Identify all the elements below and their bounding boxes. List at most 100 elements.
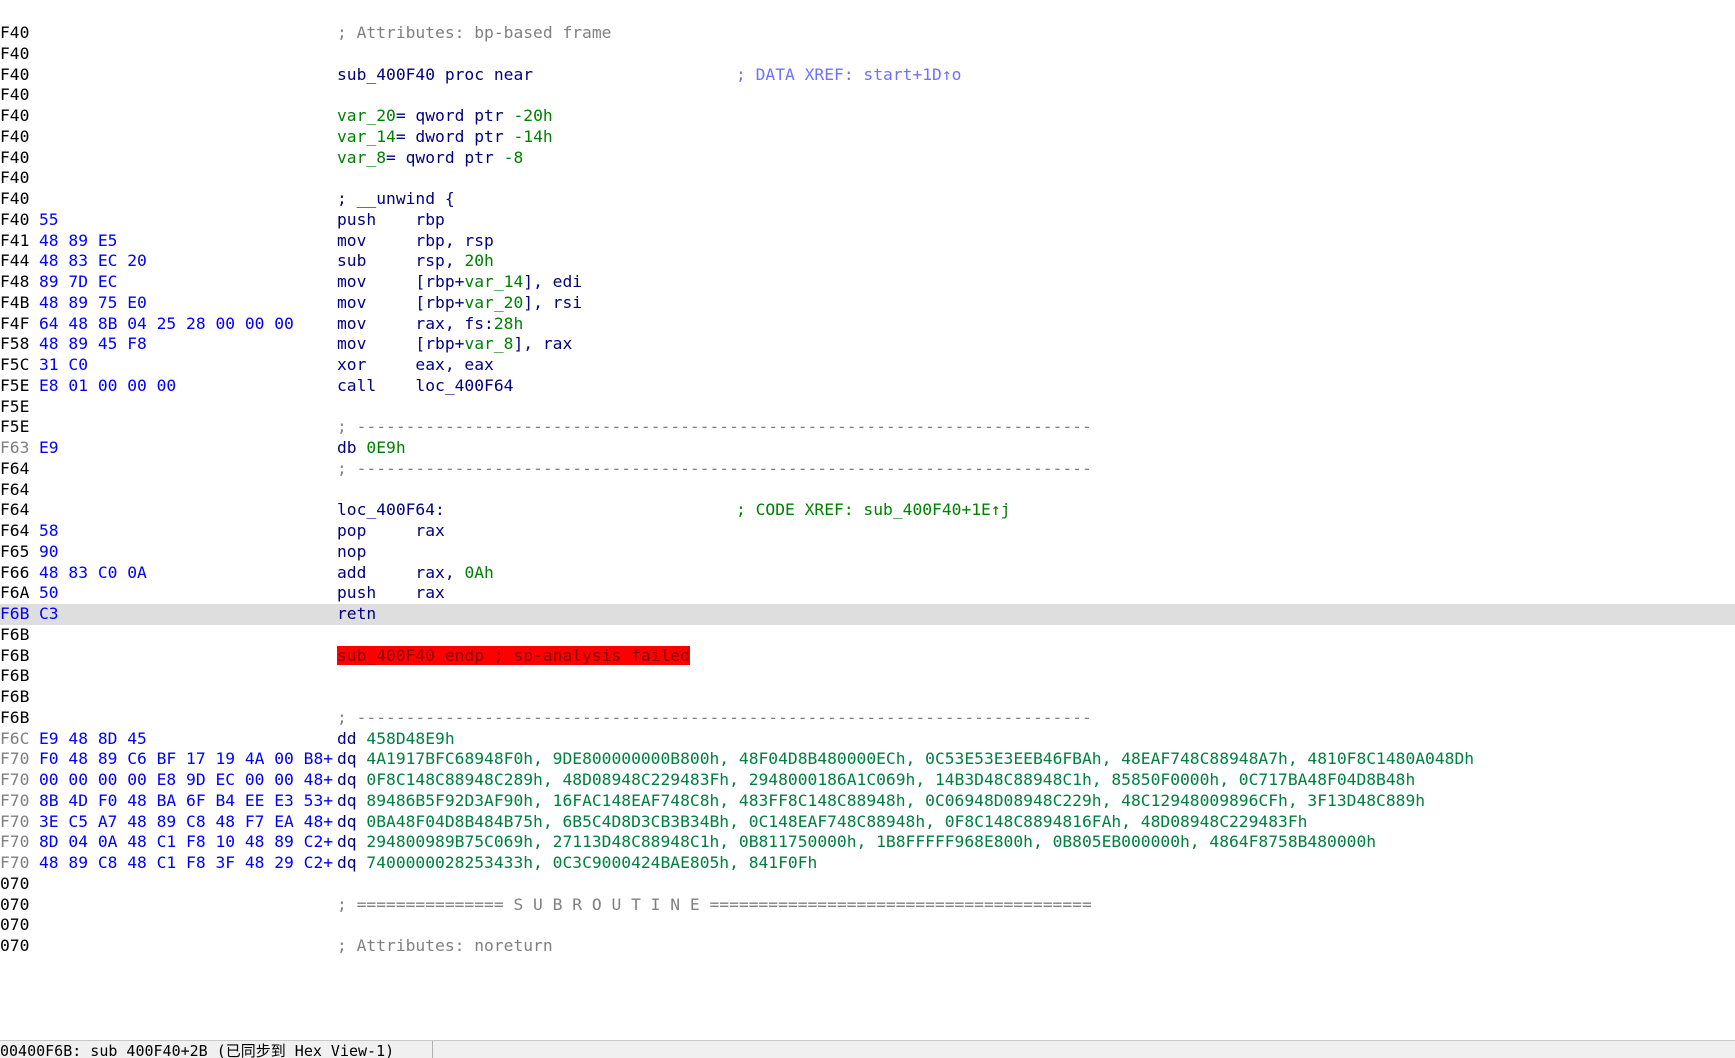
line-xref-comment[interactable]: ; CODE XREF: sub_400F40+1E↑j [736,500,1010,521]
line-instruction[interactable]: ; Attributes: noreturn [337,936,553,957]
listing-line[interactable]: F40 ; Attributes: bp-based frame [0,23,1735,44]
line-instruction[interactable]: mov rax, fs:28h [337,314,523,335]
listing-line[interactable]: F40 [0,168,1735,189]
line-instruction[interactable]: retn [337,604,376,625]
line-address[interactable]: F6B [0,646,29,667]
line-instruction[interactable]: var_20= qword ptr -20h [337,106,553,127]
line-instruction[interactable]: push rax [337,583,445,604]
listing-line[interactable]: F64 loc_400F64: ; CODE XREF: sub_400F40+1E… [0,500,1735,521]
line-address[interactable]: F48 [0,272,29,293]
line-instruction[interactable]: ; Attributes: bp-based frame [337,23,611,44]
line-address[interactable]: F64 [0,521,29,542]
line-instruction[interactable]: mov [rbp+var_20], rsi [337,293,582,314]
line-address[interactable]: F64 [0,500,29,521]
line-address[interactable]: F66 [0,563,29,584]
line-address[interactable]: F70 [0,791,29,812]
line-instruction[interactable]: db 0E9h [337,438,406,459]
line-address[interactable]: F40 [0,85,29,106]
line-address[interactable]: F5E [0,397,29,418]
listing-line[interactable]: F65 90 nop [0,542,1735,563]
line-instruction[interactable]: dq 0F8C148C88948C289h, 48D08948C229483Fh… [337,770,1415,791]
line-address[interactable]: F40 [0,148,29,169]
listing-line[interactable]: F64 [0,480,1735,501]
line-address[interactable]: F5E [0,376,29,397]
line-address[interactable]: F41 [0,231,29,252]
line-instruction[interactable]: ; --------------------------------------… [337,417,1092,438]
line-address[interactable]: F6C [0,729,29,750]
listing-line[interactable]: F40 [0,85,1735,106]
line-address[interactable]: F5E [0,417,29,438]
listing-line[interactable]: F64 58 pop rax [0,521,1735,542]
line-address[interactable]: F40 [0,23,29,44]
line-address[interactable]: F40 [0,127,29,148]
line-address[interactable]: F40 [0,189,29,210]
listing-line[interactable]: F58 48 89 45 F8 mov [rbp+var_8], rax [0,334,1735,355]
ida-view-disassembly[interactable]: F40; Attributes: bp-based frame F40 F40 sub… [0,0,1735,1040]
line-instruction[interactable]: var_8= qword ptr -8 [337,148,523,169]
listing-line[interactable]: F6B sub_400F40 endp ; sp-analysis failed [0,645,1735,667]
line-instruction[interactable]: sub rsp, 20h [337,251,494,272]
line-instruction[interactable]: ; __unwind { [337,189,455,210]
listing-line[interactable]: F64 ; -----------------------------------… [0,459,1735,480]
line-instruction[interactable]: dd 458D48E9h [337,729,455,750]
listing-line[interactable]: F6B [0,625,1735,646]
line-address[interactable]: F44 [0,251,29,272]
line-address[interactable]: F70 [0,853,29,874]
line-instruction[interactable]: dq 89486B5F92D3AF90h, 16FAC148EAF748C8h,… [337,791,1425,812]
listing-line[interactable]: F48 89 7D EC mov [rbp+var_14], edi [0,272,1735,293]
listing-line-current[interactable]: F6B C3 retn [0,604,1735,625]
line-instruction[interactable]: var_14= dword ptr -14h [337,127,553,148]
line-instruction[interactable]: mov [rbp+var_8], rax [337,334,572,355]
line-instruction[interactable]: call loc_400F64 [337,376,513,397]
line-instruction[interactable]: ; =============== S U B R O U T I N E ==… [337,895,1092,916]
line-address[interactable]: F6B [0,604,29,625]
line-address[interactable]: F70 [0,812,29,833]
listing-line[interactable]: F70 8D 04 0A 48 C1 F8 10 48 89 C2+ dq 2948… [0,832,1735,853]
listing-line[interactable]: 070 [0,915,1735,936]
line-instruction[interactable]: nop [337,542,366,563]
line-address[interactable]: F6B [0,666,29,687]
line-address[interactable]: F70 [0,770,29,791]
line-instruction[interactable]: dq 0BA48F04D8B484B75h, 6B5C4D8D3CB3B34Bh… [337,812,1307,833]
line-address[interactable]: 070 [0,895,29,916]
line-address[interactable]: F6A [0,583,29,604]
listing-line[interactable]: F40 [0,44,1735,65]
line-instruction[interactable]: pop rax [337,521,445,542]
line-address[interactable]: 070 [0,874,29,895]
line-instruction[interactable]: loc_400F64: [337,500,445,521]
line-instruction[interactable]: dq 7400000028253433h, 0C3C9000424BAE805h… [337,853,817,874]
line-instruction[interactable]: ; --------------------------------------… [337,708,1092,729]
listing-line[interactable]: F70 00 00 00 00 E8 9D EC 00 00 48+ dq 0F8C… [0,770,1735,791]
listing-line[interactable]: 070 ; Attributes: noreturn [0,936,1735,957]
listing-line[interactable]: F5E [0,397,1735,418]
listing-line[interactable]: F70 8B 4D F0 48 BA 6F B4 EE E3 53+ dq 8948… [0,791,1735,812]
listing-line[interactable]: F40 sub_400F40 proc near ; DATA XREF: star… [0,65,1735,86]
line-instruction[interactable]: dq 4A1917BFC68948F0h, 9DE800000000B800h,… [337,749,1474,770]
listing-line[interactable]: F5E E8 01 00 00 00 call loc_400F64 [0,376,1735,397]
line-address[interactable]: F40 [0,44,29,65]
line-instruction[interactable]: dq 294800989B75C069h, 27113D48C88948C1h,… [337,832,1376,853]
line-address[interactable]: F6B [0,708,29,729]
listing-line[interactable]: F6B ; -----------------------------------… [0,708,1735,729]
line-address[interactable]: F64 [0,480,29,501]
listing-line[interactable]: F66 48 83 C0 0A add rax, 0Ah [0,563,1735,584]
line-address[interactable]: 070 [0,915,29,936]
line-address[interactable]: F40 [0,65,29,86]
listing-line[interactable]: F70 48 89 C8 48 C1 F8 3F 48 29 C2+ dq 7400… [0,853,1735,874]
line-instruction[interactable]: add rax, 0Ah [337,563,494,584]
listing-line[interactable]: F6A 50 push rax [0,583,1735,604]
line-address[interactable]: F5C [0,355,29,376]
listing-line[interactable]: F40 55 push rbp [0,210,1735,231]
listing-line[interactable]: F40 var_14= dword ptr -14h [0,127,1735,148]
line-address[interactable]: F4B [0,293,29,314]
listing-line[interactable]: F40 ; __unwind { [0,189,1735,210]
listing-line[interactable]: F6C E9 48 8D 45 dd 458D48E9h [0,729,1735,750]
line-address[interactable]: F40 [0,168,29,189]
line-instruction[interactable]: ; --------------------------------------… [337,459,1092,480]
line-instruction[interactable]: sub_400F40 proc near [337,65,533,86]
line-instruction[interactable]: push rbp [337,210,445,231]
listing-line[interactable]: F63 E9 db 0E9h [0,438,1735,459]
listing-line[interactable]: F5C 31 C0 xor eax, eax [0,355,1735,376]
line-instruction[interactable]: mov [rbp+var_14], edi [337,272,582,293]
listing-line[interactable]: F41 48 89 E5 mov rbp, rsp [0,231,1735,252]
